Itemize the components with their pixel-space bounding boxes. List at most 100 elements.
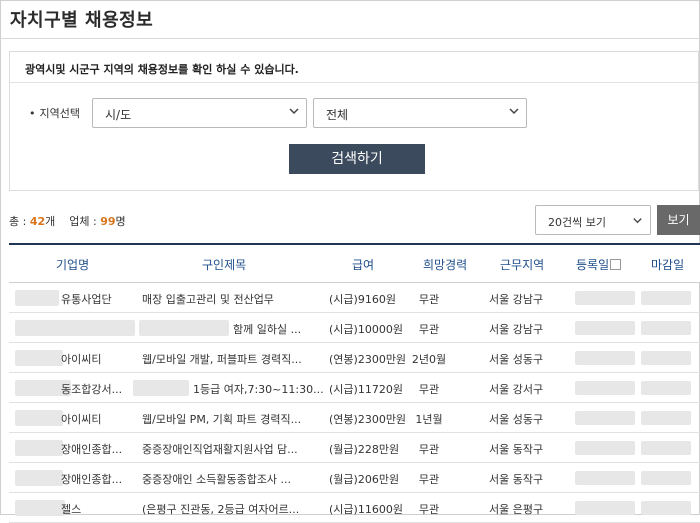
cell-company: 장애인종합... bbox=[61, 473, 123, 486]
job-table: 기업명 구인제목 급여 희망경력 근무지역 등록일 마감일 유통사업단 매장 입출… bbox=[9, 243, 700, 523]
company-count: 99 bbox=[100, 215, 116, 228]
sido-select[interactable]: 시/도 bbox=[92, 98, 307, 128]
redacted-deadline-date bbox=[641, 411, 691, 425]
cell-experience: 무관 bbox=[418, 293, 440, 306]
total-label: 총 : bbox=[9, 215, 30, 228]
sort-icon[interactable] bbox=[610, 259, 622, 270]
cell-location: 서울 성동구 bbox=[489, 353, 544, 366]
redacted-deadline-date bbox=[641, 321, 691, 335]
table-row[interactable]: 장애인종합... 중증장애인직업재활지원사업 담... (월급)228만원 무관 서울 … bbox=[9, 433, 700, 463]
cell-location: 서울 동작구 bbox=[489, 473, 544, 486]
table-row[interactable]: 아이씨티 웹/모바일 개발, 퍼블파트 경력직... (연봉)2300만원 2년0월 서… bbox=[9, 343, 700, 373]
redacted-registered-date bbox=[575, 291, 635, 305]
cell-salary: (시급)11720원 bbox=[329, 383, 403, 396]
chevron-down-icon bbox=[289, 108, 299, 115]
view-button[interactable]: 보기 bbox=[657, 205, 700, 235]
cell-experience: 무관 bbox=[418, 323, 440, 336]
company-label: 업체 : bbox=[69, 215, 101, 228]
header-salary[interactable]: 급여 bbox=[352, 256, 374, 273]
result-summary: 총 : 42개 업체 : 99명 bbox=[9, 213, 126, 229]
cell-experience: 무관 bbox=[418, 473, 440, 486]
table-row[interactable]: 장애인종합... 중증장애인 소득활동종합조사 ... (월급)206만원 무관 서울 … bbox=[9, 463, 700, 493]
header-registered-label: 등록일 bbox=[576, 258, 610, 272]
redacted-deadline-date bbox=[641, 381, 691, 395]
cell-company: 유통사업단 bbox=[61, 293, 112, 306]
cell-experience: 1년월 bbox=[415, 413, 443, 426]
table-row[interactable]: 유통사업단 매장 입출고관리 및 전산업무 (시급)9160원 무관 서울 강남구 bbox=[9, 283, 700, 313]
cell-location: 서울 동작구 bbox=[489, 443, 544, 456]
redacted-company bbox=[15, 440, 63, 456]
cell-salary: (시급)10000원 bbox=[329, 323, 403, 336]
redacted-company bbox=[15, 350, 63, 366]
cell-location: 서울 강남구 bbox=[489, 293, 544, 306]
header-registered[interactable]: 등록일 bbox=[576, 256, 622, 273]
cell-title[interactable]: 웹/모바일 PM, 기획 파트 경력직... bbox=[142, 411, 301, 427]
table-row[interactable]: 동조합강서... 1등급 여자,7:30~11:30... (시급)11720원 무관… bbox=[9, 373, 700, 403]
cell-salary: (시급)9160원 bbox=[329, 293, 396, 306]
filter-notice: 광역시및 시군구 지역의 채용정보를 확인 하실 수 있습니다. bbox=[25, 63, 299, 76]
header-experience[interactable]: 희망경력 bbox=[423, 256, 467, 273]
cell-title[interactable]: 중증장애인 소득활동종합조사 ... bbox=[142, 471, 291, 487]
total-count: 42 bbox=[29, 215, 46, 228]
redacted-company bbox=[15, 290, 59, 306]
total-unit: 개 bbox=[45, 215, 56, 228]
cell-experience: 무관 bbox=[418, 443, 440, 456]
redacted-registered-date bbox=[575, 381, 635, 395]
table-row[interactable]: 젤스 (은평구 진관동, 2등급 여자어르... (시급)11600원 무관 서울 은평… bbox=[9, 493, 700, 523]
cell-company: 동조합강서... bbox=[61, 383, 123, 396]
company-unit: 명 bbox=[115, 215, 126, 228]
notice-divider bbox=[10, 82, 698, 83]
table-header: 기업명 구인제목 급여 희망경력 근무지역 등록일 마감일 bbox=[9, 243, 700, 283]
redacted-registered-date bbox=[575, 441, 635, 455]
chevron-down-icon bbox=[509, 108, 519, 115]
header-company[interactable]: 기업명 bbox=[56, 256, 89, 273]
redacted-registered-date bbox=[575, 351, 635, 365]
redacted-deadline-date bbox=[641, 441, 691, 455]
district-select[interactable]: 전체 bbox=[313, 98, 527, 128]
cell-company: 장애인종합... bbox=[61, 443, 123, 456]
header-location[interactable]: 근무지역 bbox=[500, 256, 544, 273]
cell-salary: (월급)206만원 bbox=[329, 473, 400, 486]
region-bullet: • bbox=[29, 107, 36, 120]
cell-experience: 무관 bbox=[418, 383, 440, 396]
search-button[interactable]: 검색하기 bbox=[289, 144, 425, 174]
cell-location: 서울 강서구 bbox=[489, 383, 544, 396]
redacted-deadline-date bbox=[641, 501, 691, 515]
per-page-select[interactable]: 20건씩 보기 bbox=[535, 205, 651, 235]
redacted-company bbox=[15, 500, 65, 516]
cell-title[interactable]: 중증장애인직업재활지원사업 담... bbox=[142, 441, 298, 457]
region-label: • 지역선택 bbox=[29, 105, 80, 121]
cell-company: 아이씨티 bbox=[61, 413, 102, 426]
cell-title[interactable]: 웹/모바일 개발, 퍼블파트 경력직... bbox=[142, 351, 302, 367]
cell-location: 서울 성동구 bbox=[489, 413, 544, 426]
cell-company: 아이씨티 bbox=[61, 353, 102, 366]
table-body: 유통사업단 매장 입출고관리 및 전산업무 (시급)9160원 무관 서울 강남구 함께 … bbox=[9, 283, 700, 523]
redacted-company bbox=[15, 470, 63, 486]
redacted-registered-date bbox=[575, 501, 635, 515]
redacted-registered-date bbox=[575, 321, 635, 335]
chevron-down-icon bbox=[633, 218, 642, 224]
filter-panel: 광역시및 시군구 지역의 채용정보를 확인 하실 수 있습니다. • 지역선택 시… bbox=[9, 51, 699, 191]
cell-title[interactable]: 1등급 여자,7:30~11:30... bbox=[193, 381, 324, 397]
cell-location: 서울 강남구 bbox=[489, 323, 544, 336]
cell-title[interactable]: 매장 입출고관리 및 전산업무 bbox=[142, 291, 274, 307]
redacted-title bbox=[133, 380, 189, 396]
redacted-company bbox=[15, 320, 135, 336]
sido-select-value: 시/도 bbox=[105, 108, 132, 122]
cell-experience: 2년0월 bbox=[411, 353, 447, 366]
redacted-deadline-date bbox=[641, 351, 691, 365]
redacted-deadline-date bbox=[641, 291, 691, 305]
table-row[interactable]: 아이씨티 웹/모바일 PM, 기획 파트 경력직... (연봉)2300만원 1년월 서… bbox=[9, 403, 700, 433]
district-select-value: 전체 bbox=[326, 108, 349, 122]
table-row[interactable]: 함께 일하실 ... (시급)10000원 무관 서울 강남구 bbox=[9, 313, 700, 343]
cell-title[interactable]: 함께 일하실 ... bbox=[233, 321, 301, 337]
per-page-value: 20건씩 보기 bbox=[548, 216, 606, 229]
redacted-registered-date bbox=[575, 411, 635, 425]
redacted-deadline-date bbox=[641, 471, 691, 485]
redacted-company bbox=[15, 410, 63, 426]
header-deadline[interactable]: 마감일 bbox=[651, 256, 684, 273]
cell-salary: (월급)228만원 bbox=[329, 443, 400, 456]
title-divider bbox=[0, 38, 700, 39]
header-title[interactable]: 구인제목 bbox=[202, 256, 246, 273]
page-title: 자치구별 채용정보 bbox=[10, 10, 154, 31]
